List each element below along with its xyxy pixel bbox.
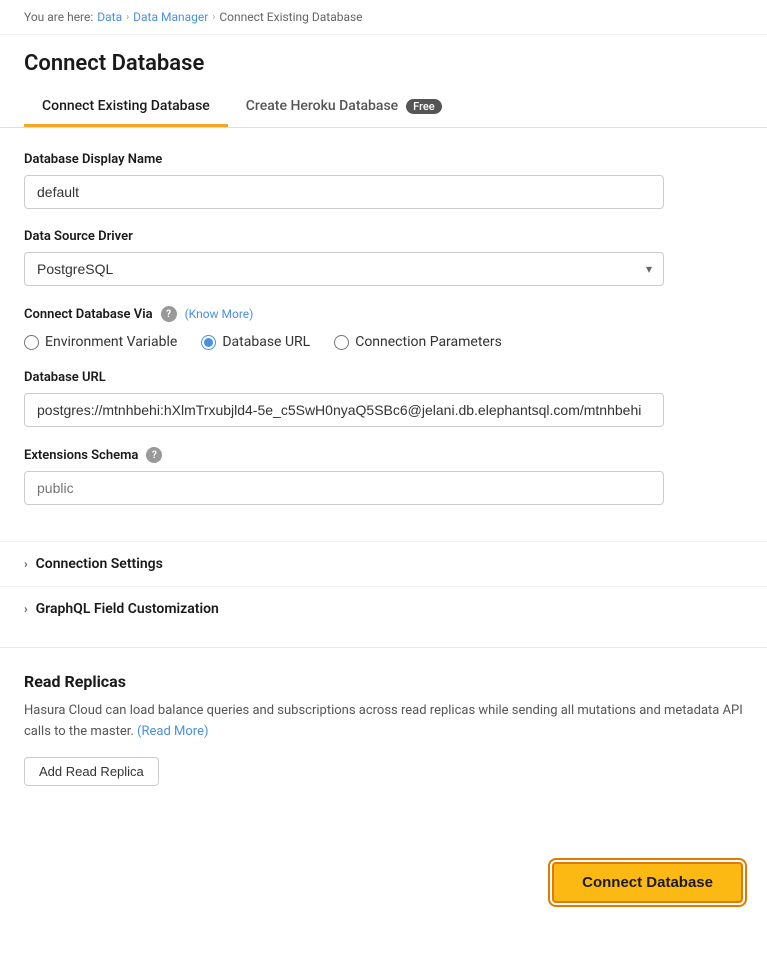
graphql-field-chevron: › xyxy=(24,602,28,616)
tab-connect-existing-label: Connect Existing Database xyxy=(42,98,210,114)
connect-via-help-icon[interactable]: ? xyxy=(161,306,177,322)
add-read-replica-button[interactable]: Add Read Replica xyxy=(24,757,159,786)
breadcrumb-datamanager-link[interactable]: Data Manager xyxy=(133,10,208,24)
db-url-group: Database URL xyxy=(24,370,743,427)
radio-env-var-input[interactable] xyxy=(24,335,39,350)
read-replicas-desc: Hasura Cloud can load balance queries an… xyxy=(24,701,743,743)
breadcrumb-sep-1: › xyxy=(126,12,129,23)
read-more-link[interactable]: (Read More) xyxy=(137,724,208,739)
driver-group: Data Source Driver PostgreSQL MySQL MSSQ… xyxy=(24,229,743,286)
page-header: Connect Database xyxy=(0,35,767,88)
driver-select[interactable]: PostgreSQL MySQL MSSQL BigQuery xyxy=(24,252,664,286)
graphql-field-label: GraphQL Field Customization xyxy=(36,601,219,617)
connect-via-label: Connect Database Via xyxy=(24,307,153,322)
connect-database-button[interactable]: Connect Database xyxy=(552,862,743,903)
tab-create-heroku[interactable]: Create Heroku Database Free xyxy=(228,88,460,127)
tabs-container: Connect Existing Database Create Heroku … xyxy=(0,88,767,128)
radio-db-url[interactable]: Database URL xyxy=(201,334,310,350)
display-name-group: Database Display Name xyxy=(24,152,743,209)
db-url-label: Database URL xyxy=(24,370,743,385)
radio-db-url-label: Database URL xyxy=(222,334,310,350)
radio-env-var[interactable]: Environment Variable xyxy=(24,334,177,350)
connection-settings-header[interactable]: › Connection Settings xyxy=(24,556,743,572)
footer-actions: Connect Database xyxy=(0,842,767,923)
tab-heroku-badge: Free xyxy=(406,99,442,114)
db-url-input[interactable] xyxy=(24,393,664,427)
extensions-schema-help-icon[interactable]: ? xyxy=(146,447,162,463)
connection-settings-section: › Connection Settings xyxy=(0,541,767,586)
connection-settings-chevron: › xyxy=(24,557,28,571)
form-section: Database Display Name Data Source Driver… xyxy=(0,128,767,541)
breadcrumb-prefix: You are here: xyxy=(24,10,93,24)
graphql-field-header[interactable]: › GraphQL Field Customization xyxy=(24,601,743,617)
radio-conn-params[interactable]: Connection Parameters xyxy=(334,334,502,350)
extensions-schema-label: Extensions Schema xyxy=(24,448,138,463)
connect-via-radio-group: Environment Variable Database URL Connec… xyxy=(24,334,743,350)
display-name-input[interactable] xyxy=(24,175,664,209)
page-title: Connect Database xyxy=(24,51,743,76)
know-more-link[interactable]: (Know More) xyxy=(185,307,254,321)
tab-create-heroku-label: Create Heroku Database xyxy=(246,98,398,114)
display-name-label: Database Display Name xyxy=(24,152,743,167)
breadcrumb-data-link[interactable]: Data xyxy=(97,10,122,24)
radio-env-var-label: Environment Variable xyxy=(45,334,177,350)
driver-label: Data Source Driver xyxy=(24,229,743,244)
breadcrumb-sep-2: › xyxy=(212,12,215,23)
extensions-schema-input[interactable] xyxy=(24,471,664,505)
breadcrumb-current: Connect Existing Database xyxy=(219,10,362,24)
connect-via-group: Connect Database Via ? (Know More) Envir… xyxy=(24,306,743,350)
radio-conn-params-input[interactable] xyxy=(334,335,349,350)
radio-conn-params-label: Connection Parameters xyxy=(355,334,502,350)
tab-connect-existing[interactable]: Connect Existing Database xyxy=(24,88,228,127)
graphql-field-section: › GraphQL Field Customization xyxy=(0,586,767,631)
connect-via-row: Connect Database Via ? (Know More) xyxy=(24,306,743,322)
extensions-schema-group: Extensions Schema ? xyxy=(24,447,743,505)
read-replicas-desc-text: Hasura Cloud can load balance queries an… xyxy=(24,703,743,739)
breadcrumb: You are here: Data › Data Manager › Conn… xyxy=(0,0,767,35)
read-replicas-section: Read Replicas Hasura Cloud can load bala… xyxy=(0,647,767,802)
read-replicas-title: Read Replicas xyxy=(24,672,743,691)
driver-select-wrapper: PostgreSQL MySQL MSSQL BigQuery ▾ xyxy=(24,252,664,286)
radio-db-url-input[interactable] xyxy=(201,335,216,350)
connection-settings-label: Connection Settings xyxy=(36,556,163,572)
